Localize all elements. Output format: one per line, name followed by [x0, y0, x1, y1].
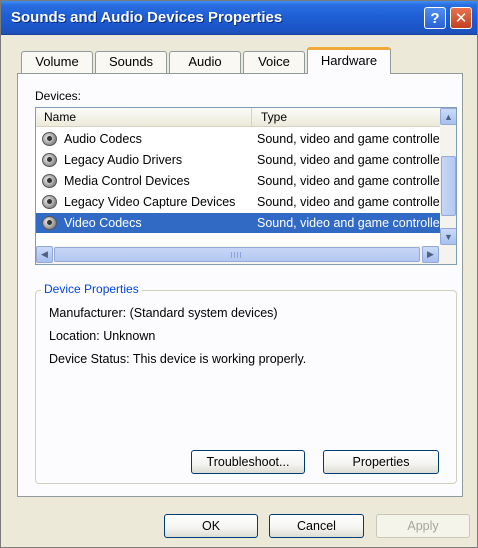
speaker-icon — [42, 174, 57, 188]
location-text: Location: Unknown — [49, 329, 156, 343]
device-properties-title: Device Properties — [41, 282, 142, 296]
device-type: Sound, video and game controllers — [257, 195, 440, 209]
window-title: Sounds and Audio Devices Properties — [11, 9, 283, 26]
device-name: Legacy Video Capture Devices — [64, 195, 236, 209]
vertical-scroll-thumb[interactable] — [441, 156, 456, 216]
ok-button[interactable]: OK — [164, 514, 258, 538]
device-name: Video Codecs — [64, 216, 142, 230]
vertical-scrollbar[interactable]: ▲ ▼ — [440, 108, 456, 246]
list-item[interactable]: Legacy Video Capture Devices Sound, vide… — [36, 192, 440, 212]
tab-audio[interactable]: Audio — [169, 51, 241, 73]
devices-list[interactable]: Name Type Audio Codecs Sound, video and … — [35, 107, 457, 265]
device-name: Legacy Audio Drivers — [64, 153, 183, 167]
horizontal-scroll-thumb[interactable] — [54, 247, 420, 262]
close-icon[interactable]: ✕ — [450, 7, 472, 29]
device-type: Sound, video and game controllers — [257, 174, 440, 188]
cancel-button[interactable]: Cancel — [269, 514, 364, 538]
list-item[interactable]: Legacy Audio Drivers Sound, video and ga… — [36, 150, 440, 170]
troubleshoot-button[interactable]: Troubleshoot... — [191, 450, 305, 474]
tab-hardware[interactable]: Hardware — [307, 47, 391, 74]
manufacturer-text: Manufacturer: (Standard system devices) — [49, 306, 278, 320]
list-header: Name Type — [36, 108, 440, 127]
speaker-icon — [42, 195, 57, 209]
speaker-icon — [42, 153, 57, 167]
device-name: Media Control Devices — [64, 174, 190, 188]
grip-icon — [231, 252, 243, 258]
speaker-icon — [42, 132, 57, 146]
list-item[interactable]: Audio Codecs Sound, video and game contr… — [36, 129, 440, 149]
device-type: Sound, video and game controllers — [257, 132, 440, 146]
scroll-up-icon[interactable]: ▲ — [440, 108, 456, 125]
device-type: Sound, video and game controllers — [257, 216, 440, 230]
scroll-left-icon[interactable]: ◀ — [36, 246, 53, 263]
devices-label: Devices: — [35, 89, 82, 103]
tab-volume[interactable]: Volume — [21, 51, 93, 73]
device-status-text: Device Status: This device is working pr… — [49, 352, 307, 366]
speaker-icon — [42, 216, 57, 230]
tab-voice[interactable]: Voice — [243, 51, 305, 73]
list-item-selected[interactable]: Video Codecs Sound, video and game contr… — [36, 213, 440, 233]
title-bar[interactable]: Sounds and Audio Devices Properties ? ✕ — [1, 1, 477, 35]
horizontal-scrollbar[interactable]: ◀ ▶ — [36, 246, 456, 264]
apply-button[interactable]: Apply — [376, 514, 470, 538]
tab-sounds[interactable]: Sounds — [95, 51, 167, 73]
column-header-type[interactable]: Type — [253, 108, 440, 126]
device-name: Audio Codecs — [64, 132, 142, 146]
list-item[interactable]: Media Control Devices Sound, video and g… — [36, 171, 440, 191]
device-type: Sound, video and game controllers — [257, 153, 440, 167]
help-icon[interactable]: ? — [424, 7, 446, 29]
properties-dialog: Sounds and Audio Devices Properties ? ✕ … — [0, 0, 478, 548]
scroll-down-icon[interactable]: ▼ — [440, 228, 456, 245]
scroll-right-icon[interactable]: ▶ — [422, 246, 439, 263]
properties-button[interactable]: Properties — [323, 450, 439, 474]
column-header-name[interactable]: Name — [36, 108, 252, 126]
